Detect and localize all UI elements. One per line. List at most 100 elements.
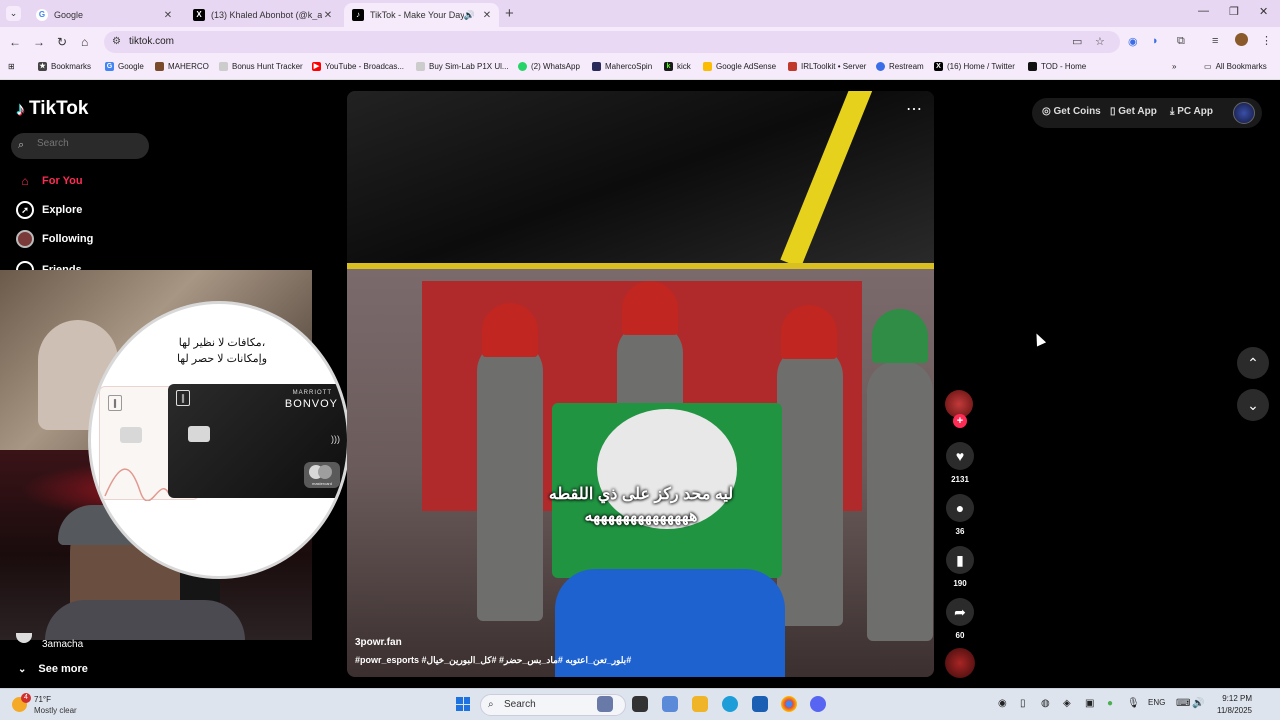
close-tab-icon[interactable]: ✕: [481, 10, 493, 21]
bookmark-item[interactable]: G Google: [105, 62, 144, 71]
x-favicon-icon: X: [193, 9, 205, 21]
all-bookmarks-button[interactable]: ▭ All Bookmarks: [1204, 62, 1267, 71]
discord-icon[interactable]: [810, 696, 826, 712]
tab-search-icon[interactable]: ⌄: [6, 6, 21, 21]
reload-icon[interactable]: ↻: [57, 35, 67, 49]
tab-tiktok[interactable]: ♪ TikTok - Make Your Day 🔊 ✕: [344, 3, 499, 27]
bookmark-item[interactable]: Buy Sim-Lab P1X Ul...: [416, 62, 509, 71]
notification-badge: 4: [21, 693, 31, 703]
microphone-icon[interactable]: 🎙: [1127, 698, 1140, 709]
close-tab-icon[interactable]: ✕: [322, 10, 334, 21]
network-icon[interactable]: ⌨: [1176, 698, 1190, 709]
music-disc-icon[interactable]: [945, 648, 975, 678]
speaker-icon[interactable]: 🔊: [464, 10, 475, 21]
tray-app-icon[interactable]: ◉: [998, 698, 1007, 709]
star-icon[interactable]: ☆: [1095, 35, 1105, 48]
tab-x-profile[interactable]: X (13) Khaled Abonbot (@k_abon ✕: [185, 3, 340, 27]
system-clock[interactable]: 9:12 PM 11/8/2025: [1208, 693, 1252, 717]
share-button[interactable]: ➦ 60: [945, 598, 975, 640]
bookmark-item[interactable]: IRLToolkit • Server: [788, 62, 866, 71]
save-button[interactable]: ▮ 190: [945, 546, 975, 588]
back-icon[interactable]: ←: [9, 35, 21, 49]
volume-icon[interactable]: 🔊: [1192, 698, 1204, 709]
video-hashtags[interactable]: #powr_esports #بلور_تعن_اعتوبه #ماد_بس_ح…: [355, 655, 631, 666]
nav-explore[interactable]: ➚ Explore: [16, 201, 82, 219]
like-button[interactable]: ♥ 2131: [945, 442, 975, 484]
comment-button[interactable]: ● 36: [945, 494, 975, 536]
nav-for-you[interactable]: ⌂ For You: [16, 172, 82, 190]
video-hat: [622, 281, 678, 335]
taskbar-app-icon[interactable]: [597, 696, 613, 712]
user-avatar[interactable]: [1233, 102, 1255, 124]
get-coins-button[interactable]: ◎ Get Coins: [1042, 106, 1101, 117]
home-icon[interactable]: ⌂: [81, 35, 88, 49]
bookmark-item[interactable]: TOD - Home: [1028, 62, 1086, 71]
media-control-icon[interactable]: ≡: [1212, 35, 1218, 47]
close-window-icon[interactable]: ✕: [1259, 5, 1268, 18]
cast-icon[interactable]: ▭: [1072, 35, 1082, 48]
file-explorer-icon[interactable]: [692, 696, 708, 712]
windows-start-icon[interactable]: [456, 697, 470, 711]
tray-app-icon[interactable]: ◈: [1063, 698, 1071, 709]
taskbar-app-icon[interactable]: [662, 696, 678, 712]
weather-widget[interactable]: 4 71°F Mostly clear: [12, 693, 102, 717]
bookmark-item[interactable]: X (16) Home / Twitter: [934, 62, 1015, 71]
tray-app-icon[interactable]: ▯: [1020, 698, 1026, 709]
follow-plus-button[interactable]: +: [953, 414, 967, 428]
edge-icon[interactable]: [722, 696, 738, 712]
see-more-button[interactable]: ⌄ See more: [18, 663, 88, 675]
chrome-icon[interactable]: [781, 696, 797, 712]
omnibox[interactable]: ⚙ tiktok.com ▭ ☆: [104, 31, 1120, 53]
minimize-icon[interactable]: —: [1198, 5, 1209, 17]
bookmark-item[interactable]: Google AdSense: [703, 62, 776, 71]
share-icon: ➦: [946, 598, 974, 626]
bookmark-item[interactable]: Restream: [876, 62, 924, 71]
video-author[interactable]: 3powr.fan: [355, 637, 402, 648]
nav-following[interactable]: Following: [16, 230, 93, 248]
task-view-icon[interactable]: [632, 696, 648, 712]
share-count: 60: [955, 631, 965, 640]
more-options-icon[interactable]: ⋯: [906, 99, 922, 119]
profile-avatar[interactable]: [1235, 33, 1248, 46]
bookmark-item[interactable]: MAHERCO: [155, 62, 209, 71]
extension-icon[interactable]: ◉: [1128, 35, 1138, 48]
irltoolkit-icon: [788, 62, 797, 71]
url-text: tiktok.com: [129, 36, 175, 47]
page-icon: [219, 62, 228, 71]
previous-video-button[interactable]: ⌃: [1237, 347, 1269, 379]
menu-kebab-icon[interactable]: ⋮: [1261, 34, 1272, 47]
close-tab-icon[interactable]: ✕: [162, 10, 174, 21]
voice-extension-icon[interactable]: ◗: [1152, 35, 1159, 47]
search-bar[interactable]: ⌕: [11, 133, 149, 159]
pc-app-button[interactable]: ⤓ PC App: [1170, 106, 1213, 117]
bookmark-item[interactable]: Bonus Hunt Tracker: [219, 62, 303, 71]
site-info-icon[interactable]: ⚙: [112, 36, 121, 47]
tiktok-logo[interactable]: ♪ TikTok: [16, 98, 88, 120]
following-user-name[interactable]: 3amacha: [42, 639, 83, 650]
search-input[interactable]: [37, 138, 142, 149]
extensions-puzzle-icon[interactable]: ⧉: [1177, 35, 1185, 48]
language-indicator[interactable]: ENG: [1148, 698, 1165, 707]
maximize-icon[interactable]: ❐: [1229, 5, 1239, 18]
following-avatar[interactable]: [16, 633, 32, 643]
bookmarks-overflow-icon[interactable]: »: [1172, 62, 1176, 71]
top-right-actions: ◎ Get Coins ▯ Get App ⤓ PC App: [1032, 98, 1262, 128]
next-video-button[interactable]: ⌄: [1237, 389, 1269, 421]
tray-app-icon[interactable]: ●: [1107, 698, 1113, 709]
bookmark-item[interactable]: k kick: [664, 62, 691, 71]
bookmark-item[interactable]: (2) WhatsApp: [518, 62, 580, 71]
apps-grid-icon[interactable]: ⊞: [8, 62, 15, 71]
store-icon[interactable]: [752, 696, 768, 712]
steam-icon[interactable]: ◍: [1041, 698, 1050, 709]
bookmark-item[interactable]: MahercoSpin: [592, 62, 652, 71]
forward-icon[interactable]: →: [33, 35, 45, 49]
video-player[interactable]: ⋯ ليه محد ركز على ذي اللقطه هههههههههههه…: [347, 91, 934, 677]
bookmark-item[interactable]: ★ Bookmarks: [38, 62, 91, 71]
get-app-button[interactable]: ▯ Get App: [1110, 106, 1157, 117]
tray-app-icon[interactable]: ▣: [1085, 698, 1094, 709]
tab-google[interactable]: G Google ✕: [28, 3, 180, 27]
home-icon: ⌂: [21, 174, 29, 188]
bookmark-item[interactable]: ▶ YouTube - Broadcas...: [312, 62, 404, 71]
restream-icon: [876, 62, 885, 71]
new-tab-button[interactable]: +: [505, 5, 514, 22]
